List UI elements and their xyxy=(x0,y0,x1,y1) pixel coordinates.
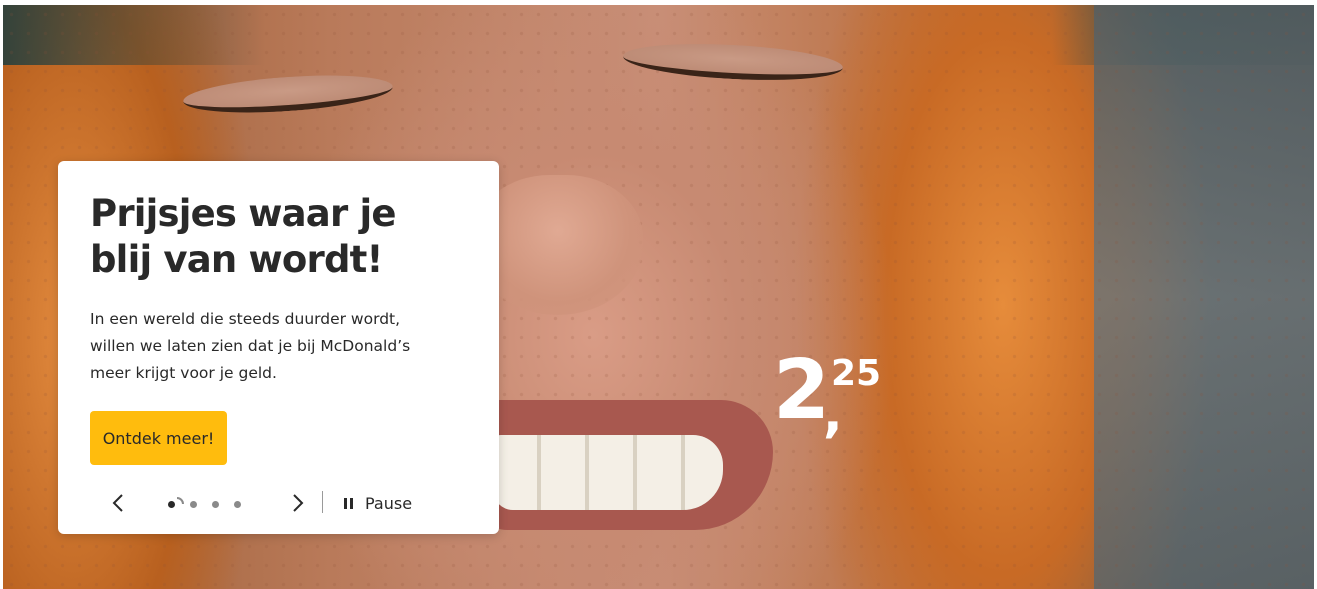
carousel-dot-4[interactable] xyxy=(234,501,241,508)
price-cents: 25 xyxy=(831,353,882,394)
carousel-dot-1[interactable] xyxy=(168,501,175,508)
promo-card: Prijsjes waar je blij van wordt! In een … xyxy=(58,161,499,534)
pause-button[interactable]: Pause xyxy=(344,491,412,515)
price-separator: , xyxy=(823,384,843,444)
pause-label: Pause xyxy=(365,493,413,513)
carousel-dot-3[interactable] xyxy=(212,501,219,508)
pause-icon xyxy=(344,497,353,509)
chevron-left-icon[interactable] xyxy=(108,491,130,515)
carousel-controls: Pause xyxy=(90,481,470,525)
chevron-right-icon[interactable] xyxy=(286,491,308,515)
promo-description: In een wereld die steeds duurder wordt, … xyxy=(90,310,411,382)
price-tag: 2 , 25 xyxy=(773,350,881,441)
controls-divider xyxy=(322,491,323,513)
discover-more-button[interactable]: Ontdek meer! xyxy=(90,411,227,465)
promo-title: Prijsjes waar je blij van wordt! xyxy=(90,192,396,281)
carousel-dot-2[interactable] xyxy=(190,501,197,508)
hero-image-teeth xyxy=(493,435,723,510)
price-euros: 2 xyxy=(773,343,830,438)
carousel-dots xyxy=(168,495,258,511)
